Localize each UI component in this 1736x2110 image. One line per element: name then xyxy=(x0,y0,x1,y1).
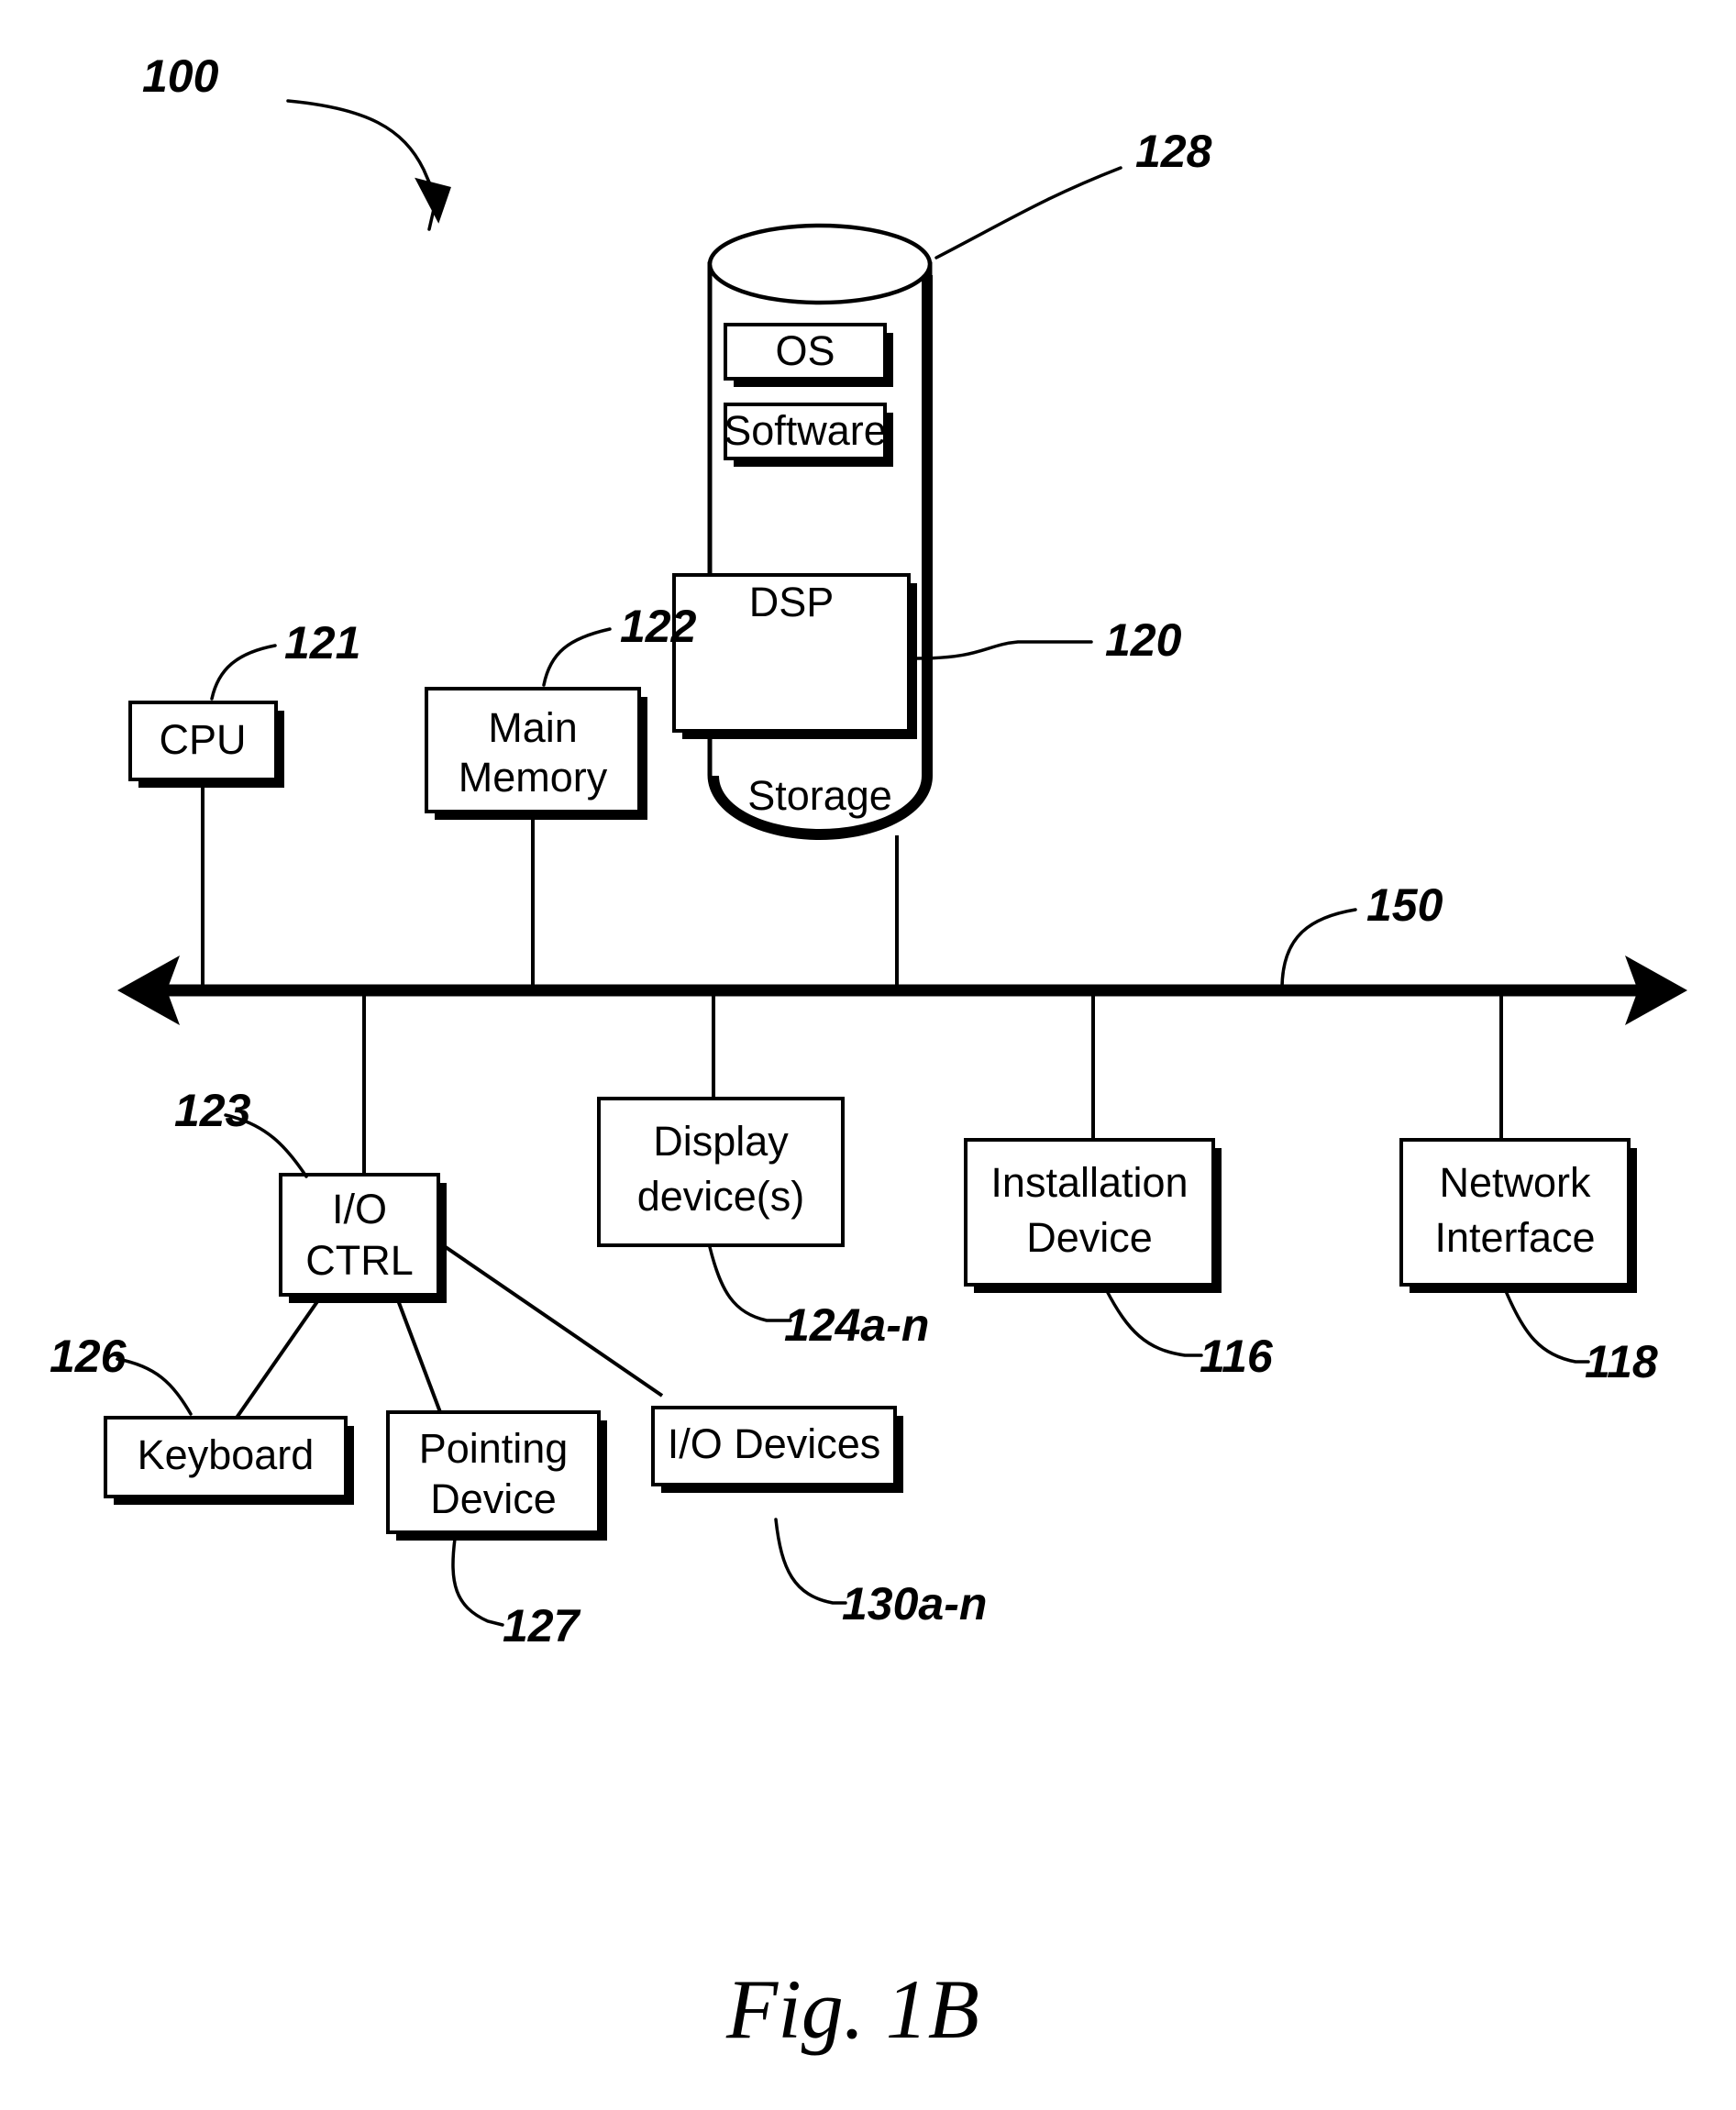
ref-label-124a-n: 124a-n xyxy=(784,1299,929,1351)
installation-ref-116-leader xyxy=(1104,1287,1203,1357)
diagram-canvas: 100 128 OS Software DSP 120 Storage CPU … xyxy=(50,50,1687,2056)
ref-label-127: 127 xyxy=(503,1600,581,1652)
ref-label-130a-n: 130a-n xyxy=(842,1578,987,1629)
storage-cylinder xyxy=(707,223,933,840)
pointing-box-label-line1: Pointing xyxy=(419,1425,569,1472)
component-cpu: CPU xyxy=(128,701,284,788)
iodevices-ref-130-leader xyxy=(774,1518,847,1605)
keyboard-ref-126-leader xyxy=(116,1357,193,1416)
component-network-interface: Network Interface xyxy=(1399,1138,1637,1293)
network-ref-118-leader xyxy=(1504,1289,1590,1364)
link-ioctrl-keyboard xyxy=(235,1298,320,1420)
storage-ref-128-leader xyxy=(934,166,1122,260)
component-display-device: Display device(s) xyxy=(597,1097,845,1247)
component-installation-device: Installation Device xyxy=(964,1138,1222,1293)
display-ref-124-leader xyxy=(708,1245,792,1322)
patent-figure-1b: 100 128 OS Software DSP 120 Storage CPU … xyxy=(0,0,1736,2110)
system-ref-leader xyxy=(286,99,440,205)
ref-label-128: 128 xyxy=(1135,126,1212,177)
ref-label-121: 121 xyxy=(284,617,360,668)
storage-label: Storage xyxy=(747,772,892,819)
mainmemory-ref-122-leader xyxy=(542,627,612,687)
cpu-ref-121-leader xyxy=(210,644,277,701)
component-pointing-device: Pointing Device xyxy=(386,1410,607,1541)
dsp-ref-120-leader xyxy=(915,640,1093,660)
system-ref-100-group xyxy=(286,99,451,231)
ref-label-118: 118 xyxy=(1585,1336,1658,1387)
cpu-box-label: CPU xyxy=(159,716,246,763)
mainmemory-box-label-line1: Main xyxy=(488,704,578,751)
display-box-label-line2: device(s) xyxy=(637,1173,805,1220)
mainmemory-box-label-line2: Memory xyxy=(459,754,608,801)
component-main-memory: Main Memory xyxy=(425,687,647,820)
installation-box-label-line1: Installation xyxy=(990,1159,1188,1206)
os-box-label: OS xyxy=(775,327,835,374)
ref-label-150: 150 xyxy=(1366,879,1443,931)
ref-label-120: 120 xyxy=(1105,614,1182,666)
pointing-ref-127-leader xyxy=(451,1537,504,1627)
bus-ref-150-leader xyxy=(1280,908,1357,990)
network-box-label-line2: Interface xyxy=(1434,1214,1595,1261)
system-bus xyxy=(117,956,1687,1025)
figure-caption: Fig. 1B xyxy=(725,1962,979,2056)
ref-label-126: 126 xyxy=(50,1331,127,1382)
ioctrl-box-label-line1: I/O xyxy=(332,1186,387,1232)
installation-box-label-line2: Device xyxy=(1026,1214,1153,1261)
storage-item-software: Software xyxy=(724,403,893,467)
iodevices-box-label: I/O Devices xyxy=(668,1420,881,1467)
component-keyboard: Keyboard xyxy=(104,1416,354,1505)
link-ioctrl-iodevices xyxy=(441,1243,664,1397)
display-box-label-line1: Display xyxy=(653,1118,789,1165)
network-box-label-line1: Network xyxy=(1439,1159,1591,1206)
ioctrl-box-label-line2: CTRL xyxy=(305,1237,414,1284)
storage-item-dsp: DSP xyxy=(672,573,917,739)
ref-label-100: 100 xyxy=(142,50,219,102)
component-io-ctrl: I/O CTRL xyxy=(279,1173,447,1303)
ref-label-116: 116 xyxy=(1200,1331,1274,1382)
storage-cylinder-top xyxy=(707,223,933,305)
link-ioctrl-pointing xyxy=(396,1299,442,1413)
pointing-box-label-line2: Device xyxy=(430,1475,557,1522)
software-box-label: Software xyxy=(724,407,887,454)
storage-item-os: OS xyxy=(724,323,893,387)
ref-label-123: 123 xyxy=(174,1085,251,1136)
component-io-devices: I/O Devices xyxy=(651,1406,903,1493)
dsp-box-label: DSP xyxy=(749,579,835,625)
ref-label-122: 122 xyxy=(620,601,697,652)
keyboard-box-label: Keyboard xyxy=(138,1431,315,1478)
